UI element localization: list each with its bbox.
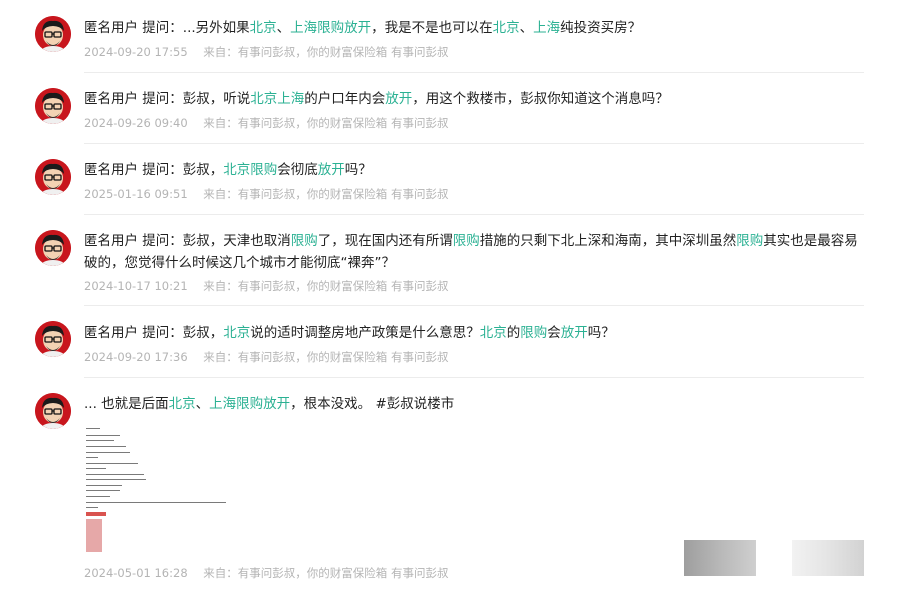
blurred-image[interactable] [684,540,756,576]
keyword-highlight: 限购 [317,20,345,36]
question-meta: 2024-09-20 17:36 来自：有事问彭叔，你的财富保险箱 有事问彭叔 [84,349,452,365]
keyword-highlight: 放开 [560,325,588,341]
keyword-highlight: 限购 [736,233,764,249]
timestamp: 2025-01-16 09:51 [84,187,188,201]
divider [84,72,864,73]
source-link[interactable]: 来自：有事问彭叔，你的财富保险箱 有事问彭叔 [203,45,448,59]
keyword-highlight: 上海 [533,20,561,36]
cartoon-man-avatar-icon [35,159,71,195]
keyword-highlight: 放开 [344,20,372,36]
keyword-highlight: 北京 [168,396,196,412]
timestamp: 2024-05-01 16:28 [84,566,188,580]
timestamp: 2024-09-20 17:36 [84,350,188,364]
document-thumbnail[interactable] [84,426,230,554]
text-segment: ，我是不是也可以在 [371,20,493,36]
cartoon-man-avatar-icon [35,16,71,52]
keyword-highlight: 上海 [290,20,318,36]
timestamp: 2024-09-20 17:55 [84,45,188,59]
text-segment: 匿名用户 提问：彭叔，听说 [84,91,251,107]
avatar[interactable] [35,88,71,124]
divider [84,377,864,378]
question-text[interactable]: 匿名用户 提问：彭叔，天津也取消限购了，现在国内还有所谓限购措施的只剩下北上深和… [84,230,864,274]
source-link[interactable]: 来自：有事问彭叔，你的财富保险箱 有事问彭叔 [203,187,448,201]
keyword-highlight: 上海 [209,396,237,412]
avatar[interactable] [35,16,71,52]
avatar[interactable] [35,159,71,195]
text-segment: 会彻底 [277,162,318,178]
text-segment: 的 [506,325,521,341]
timestamp: 2024-09-26 09:40 [84,116,188,130]
avatar[interactable] [35,321,71,357]
question-text[interactable]: 匿名用户 提问：...另外如果北京、上海限购放开，我是不是也可以在北京、上海纯投… [84,17,874,39]
cartoon-man-avatar-icon [35,321,71,357]
cartoon-man-avatar-icon [35,88,71,124]
text-segment: 措施的只剩下北上深和海南，其中深圳虽然 [479,233,737,249]
divider [84,214,864,215]
keyword-highlight: 北京 [492,20,520,36]
text-segment: 的户口年内会 [304,91,386,107]
keyword-highlight: 限购 [290,233,318,249]
question-meta: 2024-09-20 17:55 来自：有事问彭叔，你的财富保险箱 有事问彭叔 [84,44,452,60]
divider [84,143,864,144]
question-meta: 2024-10-17 10:21 来自：有事问彭叔，你的财富保险箱 有事问彭叔 [84,278,452,294]
source-link[interactable]: 来自：有事问彭叔，你的财富保险箱 有事问彭叔 [203,279,448,293]
cartoon-man-avatar-icon [35,393,71,429]
keyword-highlight: 放开 [317,162,345,178]
question-meta: 2025-01-16 09:51 来自：有事问彭叔，你的财富保险箱 有事问彭叔 [84,186,452,202]
text-segment: ，根本没戏。 #彭叔说楼市 [290,396,455,412]
keyword-highlight: 限购 [236,396,264,412]
text-segment: 、 [519,20,534,36]
keyword-highlight: 北京 [223,162,251,178]
text-segment: ，用这个救楼市，彭叔你知道这个消息吗？ [412,91,669,107]
text-segment: 、 [276,20,291,36]
question-text[interactable]: 匿名用户 提问：彭叔，听说北京上海的户口年内会放开，用这个救楼市，彭叔你知道这个… [84,88,874,110]
question-text[interactable]: 匿名用户 提问：彭叔，北京限购会彻底放开吗？ [84,159,874,181]
text-segment: 纯投资买房？ [560,20,642,36]
divider [84,305,864,306]
avatar[interactable] [35,393,71,429]
text-segment: 匿名用户 提问：彭叔，天津也取消 [84,233,291,249]
source-link[interactable]: 来自：有事问彭叔，你的财富保险箱 有事问彭叔 [203,566,448,580]
keyword-highlight: 限购 [250,162,278,178]
question-feed: 匿名用户 提问：...另外如果北京、上海限购放开，我是不是也可以在北京、上海纯投… [0,0,902,591]
text-segment: 了，现在国内还有所谓 [317,233,453,249]
timestamp: 2024-10-17 10:21 [84,279,188,293]
text-segment: ... 也就是后面 [84,396,169,412]
keyword-highlight: 放开 [263,396,291,412]
post-meta: 2024-05-01 16:28 来自：有事问彭叔，你的财富保险箱 有事问彭叔 [84,565,452,581]
keyword-highlight: 上海 [277,91,305,107]
question-text[interactable]: 匿名用户 提问：彭叔，北京说的适时调整房地产政策是什么意思？北京的限购会放开吗？ [84,322,874,344]
question-meta: 2024-09-26 09:40 来自：有事问彭叔，你的财富保险箱 有事问彭叔 [84,115,452,131]
keyword-highlight: 放开 [385,91,413,107]
keyword-highlight: 北京 [479,325,507,341]
text-segment: 吗？ [344,162,372,178]
keyword-highlight: 限购 [452,233,480,249]
text-segment: 匿名用户 提问：彭叔， [84,325,224,341]
text-segment: 匿名用户 提问：...另外如果 [84,20,250,36]
cartoon-man-avatar-icon [35,230,71,266]
source-link[interactable]: 来自：有事问彭叔，你的财富保险箱 有事问彭叔 [203,116,448,130]
keyword-highlight: 北京 [249,20,277,36]
text-segment: 说的适时调整房地产政策是什么意思？ [250,325,480,341]
text-segment: 会 [547,325,561,341]
text-segment: 吗？ [587,325,615,341]
keyword-highlight: 北京 [250,91,278,107]
post-text[interactable]: ... 也就是后面北京、上海限购放开，根本没戏。 #彭叔说楼市 [84,393,874,415]
text-segment: 、 [195,396,210,412]
text-segment: 匿名用户 提问：彭叔， [84,162,224,178]
keyword-highlight: 限购 [520,325,548,341]
avatar[interactable] [35,230,71,266]
blurred-image[interactable] [792,540,864,576]
source-link[interactable]: 来自：有事问彭叔，你的财富保险箱 有事问彭叔 [203,350,448,364]
keyword-highlight: 北京 [223,325,251,341]
